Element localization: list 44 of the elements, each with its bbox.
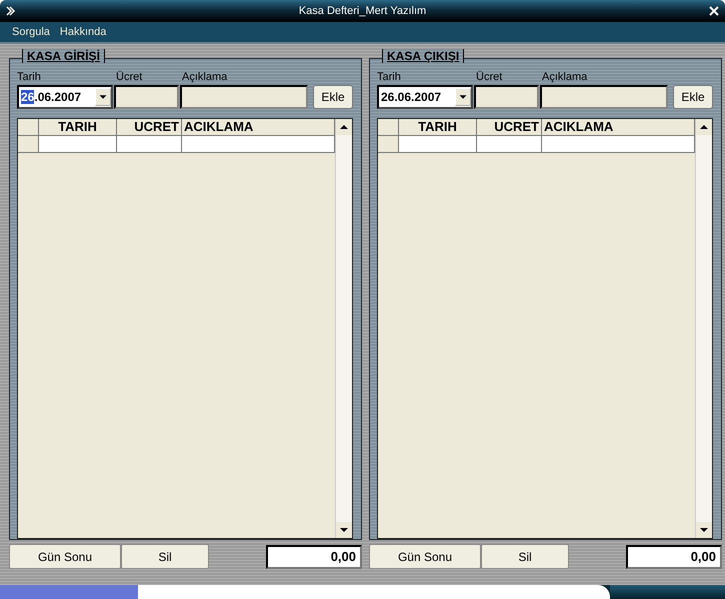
input-field[interactable] — [114, 84, 179, 109]
table-cell[interactable] — [399, 136, 477, 153]
table-cell[interactable] — [477, 136, 542, 153]
delete-button[interactable]: Sil — [121, 544, 209, 569]
menu-item[interactable]: Hakkında — [60, 26, 106, 38]
date-picker[interactable]: 26.06.2007 — [17, 84, 113, 109]
delete-button[interactable]: Sil — [481, 544, 569, 569]
field-label: Açıklama — [182, 71, 228, 85]
table-cell[interactable] — [39, 136, 117, 153]
date-picker[interactable]: 26.06.2007 — [377, 84, 473, 109]
field-label: Tarih — [17, 71, 42, 85]
row-header — [18, 118, 39, 136]
field-label: Ücret — [116, 71, 144, 85]
input-field[interactable] — [540, 84, 668, 109]
total-field: 0,00 — [626, 544, 722, 568]
new-row[interactable] — [378, 136, 695, 153]
group-title: KASA ÇIKIŞI — [382, 49, 464, 63]
scroll-up-icon[interactable] — [696, 118, 712, 135]
input-field[interactable] — [474, 84, 539, 109]
field-label: Ücret — [476, 71, 504, 85]
end-of-day-button[interactable]: Gün Sonu — [369, 544, 481, 569]
end-of-day-button[interactable]: Gün Sonu — [9, 544, 121, 569]
menu-item[interactable]: Sorgula — [12, 26, 50, 38]
scrollbar[interactable] — [335, 118, 352, 538]
window-title: Kasa Defteri_Mert Yazılım — [298, 5, 428, 17]
scroll-up-icon[interactable] — [336, 118, 352, 135]
field-label: Tarih — [377, 71, 402, 85]
table-cell[interactable] — [117, 136, 182, 153]
add-button[interactable]: Ekle — [673, 84, 713, 109]
scroll-down-icon[interactable] — [696, 522, 712, 538]
input-field[interactable] — [180, 84, 308, 109]
taskbar-item[interactable] — [610, 585, 725, 599]
app-icon — [6, 6, 16, 16]
field-label: Açıklama — [542, 71, 588, 85]
add-button[interactable]: Ekle — [313, 84, 353, 109]
group-title: KASA GİRİŞİ — [22, 49, 105, 63]
close-icon[interactable] — [709, 6, 719, 16]
new-row[interactable] — [18, 136, 335, 153]
row-header — [378, 118, 399, 136]
total-field: 0,00 — [266, 544, 362, 568]
scrollbar[interactable] — [695, 118, 712, 538]
table-cell[interactable] — [182, 136, 335, 153]
table-cell[interactable] — [542, 136, 695, 153]
scroll-down-icon[interactable] — [336, 522, 352, 538]
